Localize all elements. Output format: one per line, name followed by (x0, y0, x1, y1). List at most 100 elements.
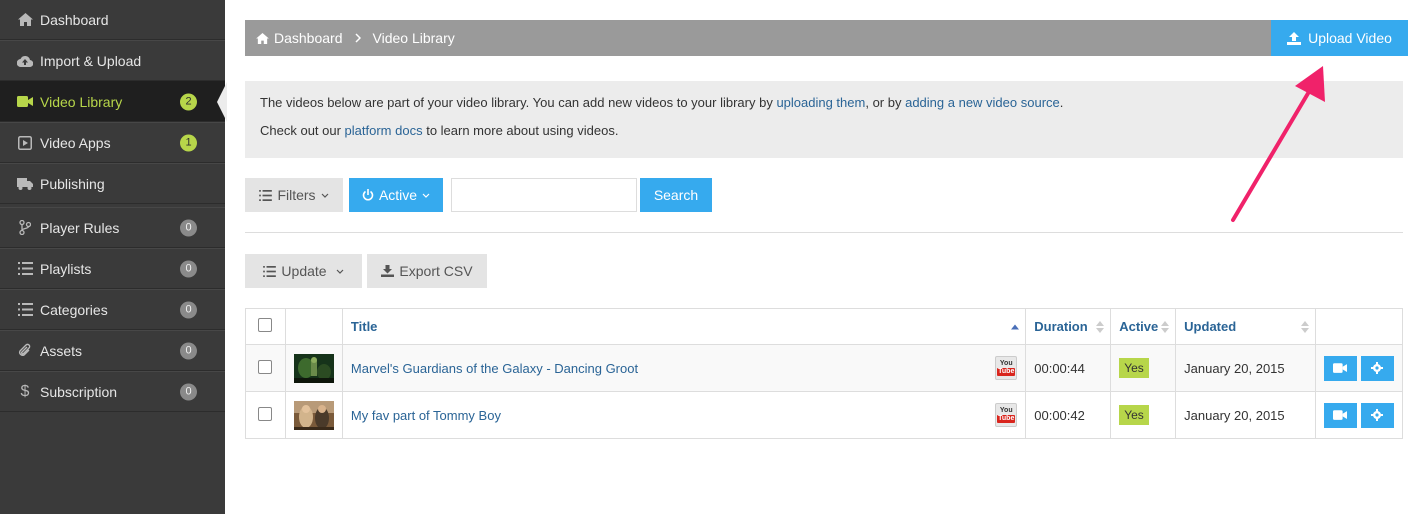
title-cell: Marvel's Guardians of the Galaxy - Danci… (341, 344, 1027, 392)
table-row: Marvel's Guardians of the Galaxy - Danci… (245, 344, 1404, 392)
info-text: , or by (865, 95, 906, 110)
sidebar-item-playlists[interactable]: Playlists 0 (0, 248, 225, 289)
video-thumbnail[interactable] (293, 400, 334, 430)
sidebar-item-label: Video Apps (40, 134, 111, 151)
info-panel: The videos below are part of your video … (245, 81, 1403, 158)
info-text: Check out our (260, 123, 345, 138)
sidebar-item-video-library[interactable]: Video Library 2 (0, 81, 225, 122)
update-button[interactable]: Update (245, 254, 362, 288)
updated-cell: January 20, 2015 (1175, 344, 1316, 392)
breadcrumb-current: Video Library (372, 30, 455, 46)
sidebar-item-publishing[interactable]: Publishing (0, 163, 225, 204)
video-title-link[interactable]: My fav part of Tommy Boy (351, 408, 501, 423)
sidebar-item-import-upload[interactable]: Import & Upload (0, 40, 225, 81)
title-header[interactable]: Title (341, 308, 1027, 345)
title-header-label: Title (350, 319, 378, 334)
sidebar-item-categories[interactable]: Categories 0 (0, 289, 225, 330)
list-icon (17, 261, 33, 277)
play-square-icon (17, 135, 33, 151)
info-line-1: The videos below are part of your video … (260, 96, 1388, 110)
sidebar-item-player-rules[interactable]: Player Rules 0 (0, 207, 225, 248)
sidebar-item-label: Video Library (40, 93, 123, 110)
filters-button[interactable]: Filters (245, 178, 343, 212)
download-icon (381, 265, 395, 277)
select-all-checkbox[interactable] (258, 318, 273, 332)
sort-asc-icon (1011, 324, 1020, 329)
sidebar-item-subscription[interactable]: $ Subscription 0 (0, 371, 225, 412)
cloud-upload-icon (17, 53, 33, 69)
active-filter-label: Active (378, 187, 418, 203)
search-label: Search (653, 187, 699, 203)
info-line-2: Check out our platform docs to learn mor… (260, 124, 1388, 138)
count-badge: 0 (180, 301, 197, 318)
power-icon (362, 189, 374, 201)
row-checkbox[interactable] (258, 406, 273, 421)
sidebar-item-label: Publishing (40, 175, 105, 192)
video-settings-button[interactable] (1360, 355, 1394, 381)
count-badge: 0 (180, 260, 197, 277)
duration-header-label: Duration (1034, 319, 1088, 334)
sidebar-item-label: Categories (40, 301, 108, 318)
active-status-badge[interactable]: Yes (1119, 358, 1149, 378)
export-csv-label: Export CSV (399, 263, 473, 279)
duration-cell: 00:00:42 (1025, 391, 1112, 439)
active-cell: Yes (1110, 391, 1177, 439)
video-table: Title Duration Active Updated Marvel's G… (245, 308, 1404, 439)
upload-video-button[interactable]: Upload Video (1271, 20, 1408, 56)
paperclip-icon (17, 343, 33, 359)
sidebar-item-assets[interactable]: Assets 0 (0, 330, 225, 371)
active-status-badge[interactable]: Yes (1119, 405, 1149, 425)
row-select-cell (245, 344, 286, 392)
count-badge: 1 (180, 134, 197, 151)
sidebar-item-label: Subscription (40, 383, 118, 400)
breadcrumb-bar: Dashboard Video Library Upload Video (245, 20, 1408, 56)
count-badge: 2 (180, 93, 197, 110)
video-preview-button[interactable] (1323, 402, 1357, 428)
row-checkbox[interactable] (258, 359, 273, 374)
row-select-cell (245, 391, 286, 439)
updated-header[interactable]: Updated (1175, 308, 1316, 345)
title-cell: My fav part of Tommy Boy You Tube (341, 391, 1027, 439)
video-preview-button[interactable] (1323, 355, 1357, 381)
sidebar-item-video-apps[interactable]: Video Apps 1 (0, 122, 225, 163)
export-csv-button[interactable]: Export CSV (367, 254, 487, 288)
video-thumbnail[interactable] (293, 353, 334, 383)
list-icon (259, 189, 273, 201)
breadcrumb: Dashboard Video Library (245, 30, 455, 46)
active-header[interactable]: Active (1110, 308, 1177, 345)
video-camera-icon (1333, 410, 1348, 420)
info-text: The videos below are part of your video … (260, 95, 777, 110)
select-all-cell (245, 308, 286, 345)
platform-docs-link[interactable]: platform docs (345, 123, 423, 138)
search-button[interactable]: Search (640, 178, 712, 212)
list-icon (263, 265, 277, 277)
sidebar-item-label: Playlists (40, 260, 92, 277)
sidebar-item-dashboard[interactable]: Dashboard (0, 0, 225, 40)
video-settings-button[interactable] (1360, 402, 1394, 428)
thumbnail-cell (284, 344, 343, 392)
count-badge: 0 (180, 342, 197, 359)
count-badge: 0 (180, 219, 197, 236)
active-item-pointer (217, 82, 227, 122)
dollar-icon: $ (20, 382, 30, 400)
search-input[interactable] (451, 178, 637, 212)
divider (245, 232, 1403, 233)
updated-header-label: Updated (1184, 319, 1237, 334)
thumbnail-header (284, 308, 343, 345)
home-icon (256, 32, 269, 44)
sort-icon (1300, 320, 1309, 333)
sidebar: Dashboard Import & Upload Video Library … (0, 0, 225, 514)
video-title-link[interactable]: Marvel's Guardians of the Galaxy - Danci… (351, 361, 638, 376)
uploading-them-link[interactable]: uploading them (776, 95, 865, 110)
add-video-source-link[interactable]: adding a new video source (905, 95, 1060, 110)
info-text: to learn more about using videos. (422, 123, 619, 138)
list-icon (17, 302, 33, 318)
table-row: My fav part of Tommy Boy You Tube 00:00:4… (245, 391, 1404, 439)
active-filter-button[interactable]: Active (349, 178, 443, 212)
breadcrumb-home-link[interactable]: Dashboard (274, 30, 343, 46)
gear-icon (1371, 409, 1384, 421)
branch-icon (17, 220, 33, 236)
duration-header[interactable]: Duration (1025, 308, 1112, 345)
video-camera-icon (17, 94, 33, 110)
update-label: Update (281, 263, 327, 279)
